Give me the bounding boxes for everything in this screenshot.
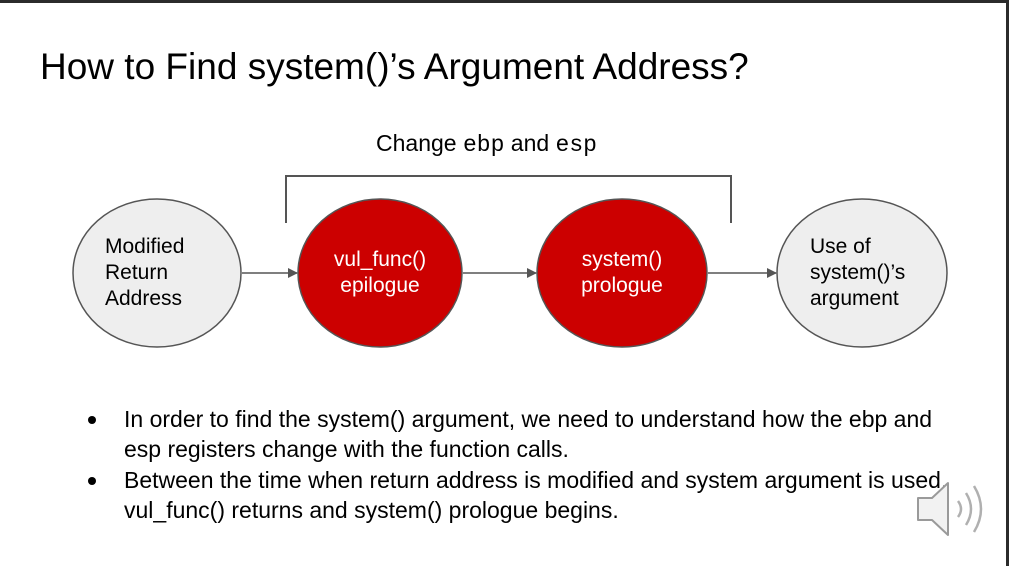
node-text-use-of-argument: Use of system()’s argument — [810, 235, 906, 310]
bullet-dot — [88, 416, 96, 424]
bullet-list: In order to find the system() argument, … — [88, 404, 948, 526]
node-text-modified-return-address: Modified Return Address — [105, 235, 185, 310]
node-text-vul-func-epilogue: vul_func() epilogue — [333, 248, 427, 297]
bullet-item: Between the time when return address is … — [88, 465, 948, 525]
node-text-system-prologue: system() prologue — [581, 248, 663, 297]
bullet-item: In order to find the system() argument, … — [88, 404, 948, 464]
speaker-icon[interactable] — [910, 474, 990, 544]
bullet-dot — [88, 477, 96, 485]
